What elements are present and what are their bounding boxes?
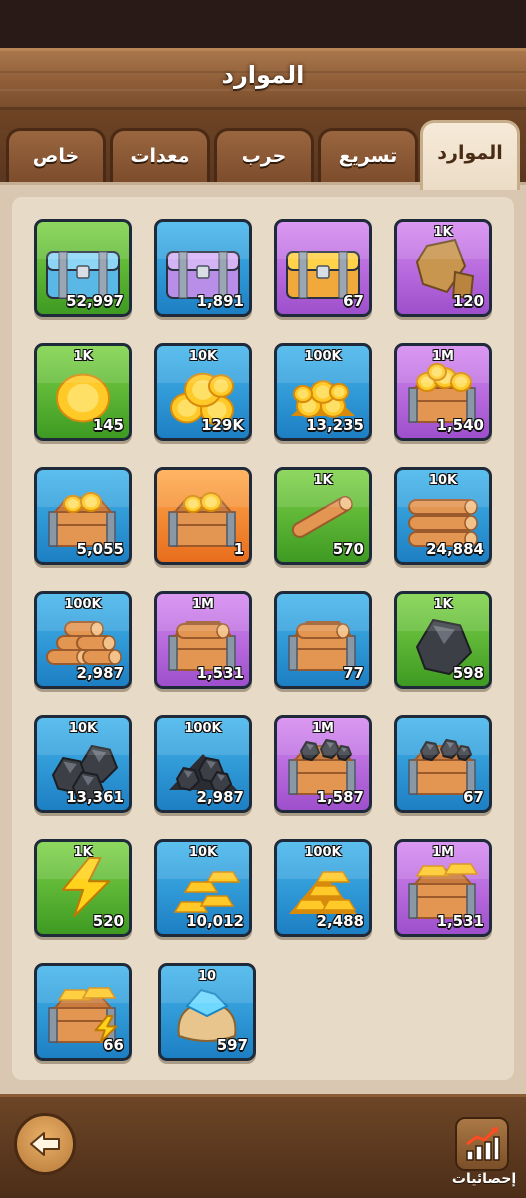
tile-amount: 1K [73,845,93,860]
tile-count: 120 [452,292,484,310]
tile-count: 66 [103,1036,124,1054]
tile-count: 2,987 [196,788,244,806]
tile-count: 2,987 [76,664,124,682]
tile-amount: 10K [68,721,98,736]
resource-tile[interactable]: 100K 2,987 [154,715,252,813]
page-title: الموارد [221,61,305,89]
resource-tile[interactable]: 10 597 [158,963,256,1061]
header-bar: الموارد [0,48,526,110]
back-arrow-icon [30,1132,60,1156]
tile-amount: 10K [188,349,218,364]
tile-count: 1,587 [316,788,364,806]
tile-count: 1,531 [436,912,484,930]
resource-tile[interactable]: 10K 13,361 [34,715,132,813]
tile-amount: 1K [433,225,453,240]
tile-count: 10,012 [186,912,244,930]
resource-tile[interactable]: 1K 598 [394,591,492,689]
tile-count: 598 [452,664,484,682]
resource-tile[interactable]: 10K 24,884 [394,467,492,565]
tab-speedup[interactable]: تسريع [318,128,418,186]
tile-count: 2,488 [316,912,364,930]
tile-amount: 1M [312,721,334,736]
tab-resources[interactable]: الموارد [420,120,520,190]
resource-tile[interactable]: 1,891 [154,219,252,317]
resources-grid: 52,997 1,891 67 1K 120 1K 145 10K 129K 100K 13,2… [12,197,514,1080]
tile-count: 67 [343,292,364,310]
resource-tile[interactable]: 100K 13,235 [274,343,372,441]
status-bar [0,0,526,48]
chart-icon [466,1127,500,1161]
tab-bar: خاص معدات حرب تسريع الموارد [0,110,526,190]
tile-amount: 1M [432,845,454,860]
tile-count: 13,361 [66,788,124,806]
tile-count: 1,891 [196,292,244,310]
tab-equipment[interactable]: معدات [110,128,210,186]
resource-tile[interactable]: 1K 120 [394,219,492,317]
tile-count: 145 [92,416,124,434]
tile-count: 1 [233,540,244,558]
tile-count: 5,055 [76,540,124,558]
tab-war[interactable]: حرب [214,128,314,186]
tile-count: 67 [463,788,484,806]
statistics-label: إحصائيات [451,1171,517,1187]
resource-tile[interactable]: 1K 520 [34,839,132,937]
tile-count: 52,997 [66,292,124,310]
statistics-button[interactable] [455,1117,509,1171]
tile-amount: 1K [433,597,453,612]
tile-amount: 1M [432,349,454,364]
tile-amount: 10K [428,473,458,488]
tile-amount: 100K [64,597,102,612]
tile-amount: 100K [184,721,222,736]
tile-amount: 100K [304,349,342,364]
tile-count: 24,884 [426,540,484,558]
tile-amount: 10 [197,969,217,984]
resource-tile[interactable]: 67 [394,715,492,813]
tile-amount: 10K [188,845,218,860]
tab-special[interactable]: خاص [6,128,106,186]
tile-count: 597 [216,1036,248,1054]
tile-count: 570 [332,540,364,558]
resource-tile[interactable]: 1M 1,531 [154,591,252,689]
resource-tile[interactable]: 67 [274,219,372,317]
tile-amount: 100K [304,845,342,860]
resource-tile[interactable]: 1K 570 [274,467,372,565]
resource-tile[interactable]: 1K 145 [34,343,132,441]
resource-tile[interactable]: 77 [274,591,372,689]
tile-amount: 1K [73,349,93,364]
resource-tile[interactable]: 66 [34,963,132,1061]
resource-tile[interactable]: 52,997 [34,219,132,317]
tile-count: 520 [92,912,124,930]
tile-count: 1,540 [436,416,484,434]
resource-tile[interactable]: 100K 2,488 [274,839,372,937]
tile-count: 77 [343,664,364,682]
resource-tile[interactable]: 1M 1,587 [274,715,372,813]
back-button[interactable] [14,1113,76,1175]
footer-bar: إحصائيات [0,1094,526,1198]
resource-tile[interactable]: 5,055 [34,467,132,565]
tile-count: 1,531 [196,664,244,682]
tile-count: 13,235 [306,416,364,434]
resource-tile[interactable]: 10K 10,012 [154,839,252,937]
resource-tile[interactable]: 1 [154,467,252,565]
tile-amount: 1M [192,597,214,612]
resource-tile[interactable]: 1M 1,531 [394,839,492,937]
resources-panel: 52,997 1,891 67 1K 120 1K 145 10K 129K 100K 13,2… [0,182,526,1094]
resource-tile[interactable]: 10K 129K [154,343,252,441]
resource-tile[interactable]: 100K 2,987 [34,591,132,689]
tile-count: 129K [201,416,244,434]
tile-amount: 1K [313,473,333,488]
resource-tile[interactable]: 1M 1,540 [394,343,492,441]
